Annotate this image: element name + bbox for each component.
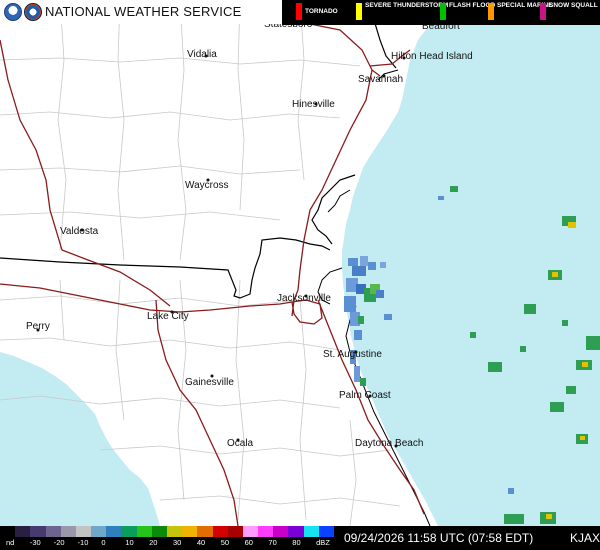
- nws-branding: NATIONAL WEATHER SERVICE: [0, 0, 282, 24]
- city-gainesville: Gainesville: [185, 377, 234, 388]
- scale-color-segment: [242, 526, 259, 537]
- city-lake-city: Lake City: [147, 311, 189, 322]
- header-bar: NATIONAL WEATHER SERVICE TORNADO SEVERE …: [0, 0, 600, 25]
- legend-label: SPECIAL MARINE: [497, 2, 553, 9]
- scale-color-segment: [0, 526, 16, 537]
- city-st-augustine: St. Augustine: [323, 349, 382, 360]
- scale-label: 40: [196, 538, 206, 547]
- scale-color-segment: [227, 526, 244, 537]
- scale-color-segment: [182, 526, 198, 537]
- scale-color-segment: [167, 526, 183, 537]
- scale-label: 70: [268, 538, 277, 547]
- scale-color-segment: [15, 526, 31, 537]
- noaa-logo-icon: [4, 3, 22, 21]
- city-daytona-beach: Daytona Beach: [355, 438, 423, 449]
- legend-swatch: [488, 3, 494, 20]
- scale-label: 60: [244, 538, 253, 547]
- scale-color-segment: [212, 526, 229, 537]
- legend-swatch: [356, 3, 362, 20]
- legend-label: SNOW SQUALL: [549, 2, 598, 9]
- scale-color-segment: [121, 526, 138, 537]
- scale-label: nd: [6, 538, 15, 547]
- scale-color-segment: [45, 526, 62, 537]
- city-palm-coast: Palm Coast: [339, 390, 391, 401]
- nws-logo-icon: [24, 3, 42, 21]
- city-ocala: Ocala: [227, 438, 254, 449]
- scale-label: -10: [77, 538, 89, 547]
- radar-map-viewer: Statesboro Beaufort Vidalia Hilton Head …: [0, 0, 600, 550]
- scale-label: -30: [29, 538, 41, 547]
- legend-swatch: [540, 3, 546, 20]
- city-waycross: Waycross: [185, 180, 229, 191]
- scale-color-segment: [151, 526, 168, 537]
- legend-label: FLASH FLOOD: [449, 2, 496, 9]
- city-hilton-head: Hilton Head Island: [391, 51, 473, 62]
- city-jacksonville: Jacksonville: [277, 293, 331, 304]
- reflectivity-scale: nd -30 -20 -10 0 10 20 30 40 50 60 70 80 dBZ: [0, 526, 336, 550]
- footer-bar: nd -30 -20 -10 0 10 20 30 40 50 60 70 80 dBZ 09/24/20…: [0, 526, 600, 550]
- radar-map[interactable]: Statesboro Beaufort Vidalia Hilton Head …: [0, 0, 600, 550]
- city-savannah: Savannah: [358, 74, 403, 85]
- scale-label: 80: [292, 538, 301, 547]
- scale-color-segment: [288, 526, 305, 537]
- warning-legend: TORNADO SEVERE THUNDERSTORM FLASH FLOOD …: [282, 0, 600, 25]
- legend-label: SEVERE THUNDERSTORM: [365, 2, 449, 9]
- city-perry: Perry: [26, 321, 50, 332]
- radar-site-id: KJAX: [570, 531, 600, 545]
- scale-label: dBZ: [316, 538, 330, 547]
- legend-label: TORNADO: [305, 8, 338, 15]
- scale-label: 50: [220, 538, 230, 547]
- scale-color-segment: [136, 526, 153, 537]
- city-valdosta: Valdosta: [60, 226, 99, 237]
- scale-label: 20: [149, 538, 158, 547]
- legend-swatch: [296, 3, 302, 20]
- legend-swatch: [440, 3, 446, 20]
- scale-color-segment: [60, 526, 77, 537]
- scale-color-segment: [273, 526, 289, 537]
- radar-timestamp: 09/24/2026 11:58 UTC (07:58 EDT): [344, 531, 534, 545]
- city-vidalia: Vidalia: [187, 49, 217, 60]
- nws-title: NATIONAL WEATHER SERVICE: [45, 4, 242, 19]
- scale-color-segment: [197, 526, 214, 537]
- scale-color-segment: [75, 526, 92, 537]
- scale-color-segment: [91, 526, 107, 537]
- scale-label: -20: [53, 538, 65, 547]
- scale-color-segment: [30, 526, 47, 537]
- scale-color-segment: [258, 526, 274, 537]
- scale-label: 0: [101, 538, 106, 547]
- city-hinesville: Hinesville: [292, 99, 335, 110]
- scale-color-segment: [106, 526, 122, 537]
- scale-label: 30: [173, 538, 182, 547]
- scale-color-segment: [303, 526, 320, 537]
- scale-color-segment: [318, 526, 335, 537]
- scale-label: 10: [125, 538, 134, 547]
